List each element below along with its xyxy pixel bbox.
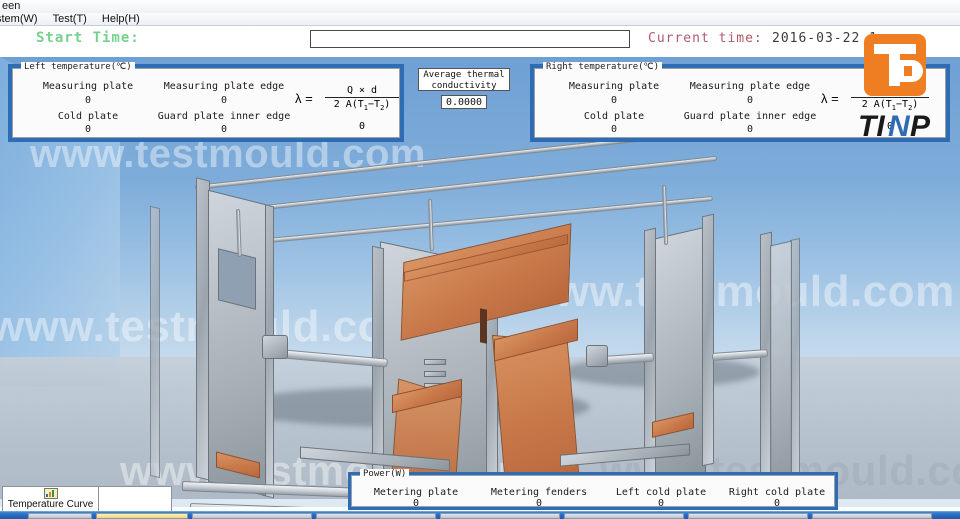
- power-metering-fenders-label: Metering fenders: [490, 487, 588, 498]
- tab-temperature-curve-label: Temperature Curve: [7, 499, 94, 510]
- left-lambda-result: 0: [358, 121, 366, 132]
- windows-taskbar[interactable]: [0, 511, 960, 519]
- window-titlebar: een: [0, 0, 960, 13]
- right-fraction-denominator: 2 A(T1−T2): [861, 99, 919, 112]
- cad-left-window: [218, 248, 256, 310]
- left-temperature-panel: Left temperature(℃) Measuring plate 0 Me…: [8, 62, 404, 142]
- right-measuring-plate-label: Measuring plate: [568, 81, 660, 92]
- left-measuring-plate-edge-label: Measuring plate edge: [163, 81, 285, 92]
- right-measuring-plate-value: 0: [610, 95, 618, 106]
- taskbar-button[interactable]: [192, 513, 312, 519]
- taskbar-button[interactable]: [316, 513, 436, 519]
- left-lambda-symbol: λ =: [295, 91, 313, 106]
- menu-bar: stem(W) Test(T) Help(H): [0, 13, 960, 26]
- start-time-input[interactable]: [310, 30, 630, 48]
- cad-hanger: [428, 198, 434, 252]
- right-guard-plate-inner-edge-value: 0: [746, 124, 754, 135]
- current-time-value: 2016-03-22 1: [772, 31, 878, 46]
- power-left-cold-plate-value: 0: [657, 498, 665, 509]
- average-thermal-conductivity-value: 0.0000: [441, 95, 487, 109]
- right-fraction-numerator: Q × d: [874, 85, 906, 96]
- cad-actuator-body: [586, 345, 608, 367]
- taskbar-button[interactable]: [688, 513, 808, 519]
- left-lambda-fraction: Q × d 2 A(T1−T2): [325, 85, 399, 112]
- power-legend: Power(W): [360, 469, 410, 479]
- right-cold-plate-label: Cold plate: [583, 111, 645, 122]
- left-measuring-plate-edge-value: 0: [220, 95, 228, 106]
- left-measuring-plate-label: Measuring plate: [42, 81, 134, 92]
- average-thermal-conductivity-label: Average thermal conductivity: [418, 68, 510, 91]
- right-lambda-symbol: λ =: [821, 91, 839, 106]
- power-metering-plate-label: Metering plate: [373, 487, 459, 498]
- taskbar-button[interactable]: [440, 513, 560, 519]
- cad-left-rear-post: [150, 205, 160, 479]
- cad-right-post: [702, 213, 714, 467]
- power-right-cold-plate-label: Right cold plate: [728, 487, 826, 498]
- right-cold-plate-value: 0: [610, 124, 618, 135]
- left-cold-plate-value: 0: [84, 124, 92, 135]
- right-measuring-plate-edge-value: 0: [746, 95, 754, 106]
- taskbar-button[interactable]: [28, 513, 92, 519]
- left-guard-plate-inner-edge-label: Guard plate inner edge: [157, 111, 291, 122]
- cad-hanger: [662, 184, 669, 246]
- right-lambda-result: 0: [886, 121, 894, 132]
- taskbar-button[interactable]: [564, 513, 684, 519]
- cad-far-right-panel: [770, 240, 792, 482]
- cad-knob: [424, 359, 446, 365]
- left-measuring-plate-value: 0: [84, 95, 92, 106]
- right-temperature-groupbox: Right temperature(℃) Measuring plate 0 M…: [534, 62, 946, 138]
- power-right-cold-plate-value: 0: [773, 498, 781, 509]
- power-left-cold-plate-label: Left cold plate: [615, 487, 707, 498]
- menu-item-system[interactable]: stem(W): [0, 13, 44, 25]
- taskbar-button[interactable]: [812, 513, 932, 519]
- menu-item-help[interactable]: Help(H): [96, 13, 146, 25]
- right-temperature-panel: Right temperature(℃) Measuring plate 0 M…: [530, 62, 950, 142]
- bottom-tab-strip: Temperature Curve: [2, 486, 172, 512]
- right-guard-plate-inner-edge-label: Guard plate inner edge: [683, 111, 817, 122]
- cad-knob: [424, 371, 446, 377]
- right-temperature-legend: Right temperature(℃): [543, 62, 663, 72]
- start-time-label: Start Time:: [36, 30, 140, 46]
- tab-temperature-curve[interactable]: Temperature Curve: [3, 487, 99, 511]
- cad-air-gap: [480, 308, 487, 344]
- left-fraction-denominator: 2 A(T1−T2): [333, 99, 391, 112]
- taskbar-button-active[interactable]: [96, 513, 188, 519]
- window-title: een: [2, 0, 21, 12]
- power-panel: Power(W) Metering plate 0 Metering fende…: [348, 469, 838, 510]
- left-cold-plate-label: Cold plate: [57, 111, 119, 122]
- chart-icon: [43, 488, 58, 499]
- power-groupbox: Power(W) Metering plate 0 Metering fende…: [351, 469, 835, 509]
- left-temperature-groupbox: Left temperature(℃) Measuring plate 0 Me…: [12, 62, 400, 138]
- power-metering-plate-value: 0: [412, 498, 420, 509]
- left-guard-plate-inner-edge-value: 0: [220, 124, 228, 135]
- right-measuring-plate-edge-label: Measuring plate edge: [689, 81, 811, 92]
- right-lambda-fraction: Q × d 2 A(T1−T2): [851, 85, 929, 112]
- application-window: een stem(W) Test(T) Help(H) Start Time: …: [0, 0, 960, 519]
- power-metering-fenders-value: 0: [535, 498, 543, 509]
- left-temperature-legend: Left temperature(℃): [21, 62, 135, 72]
- current-time-label: Current time:: [648, 31, 763, 46]
- cad-actuator-body: [262, 335, 288, 359]
- menu-item-test[interactable]: Test(T): [47, 13, 93, 25]
- left-fraction-numerator: Q × d: [346, 85, 378, 96]
